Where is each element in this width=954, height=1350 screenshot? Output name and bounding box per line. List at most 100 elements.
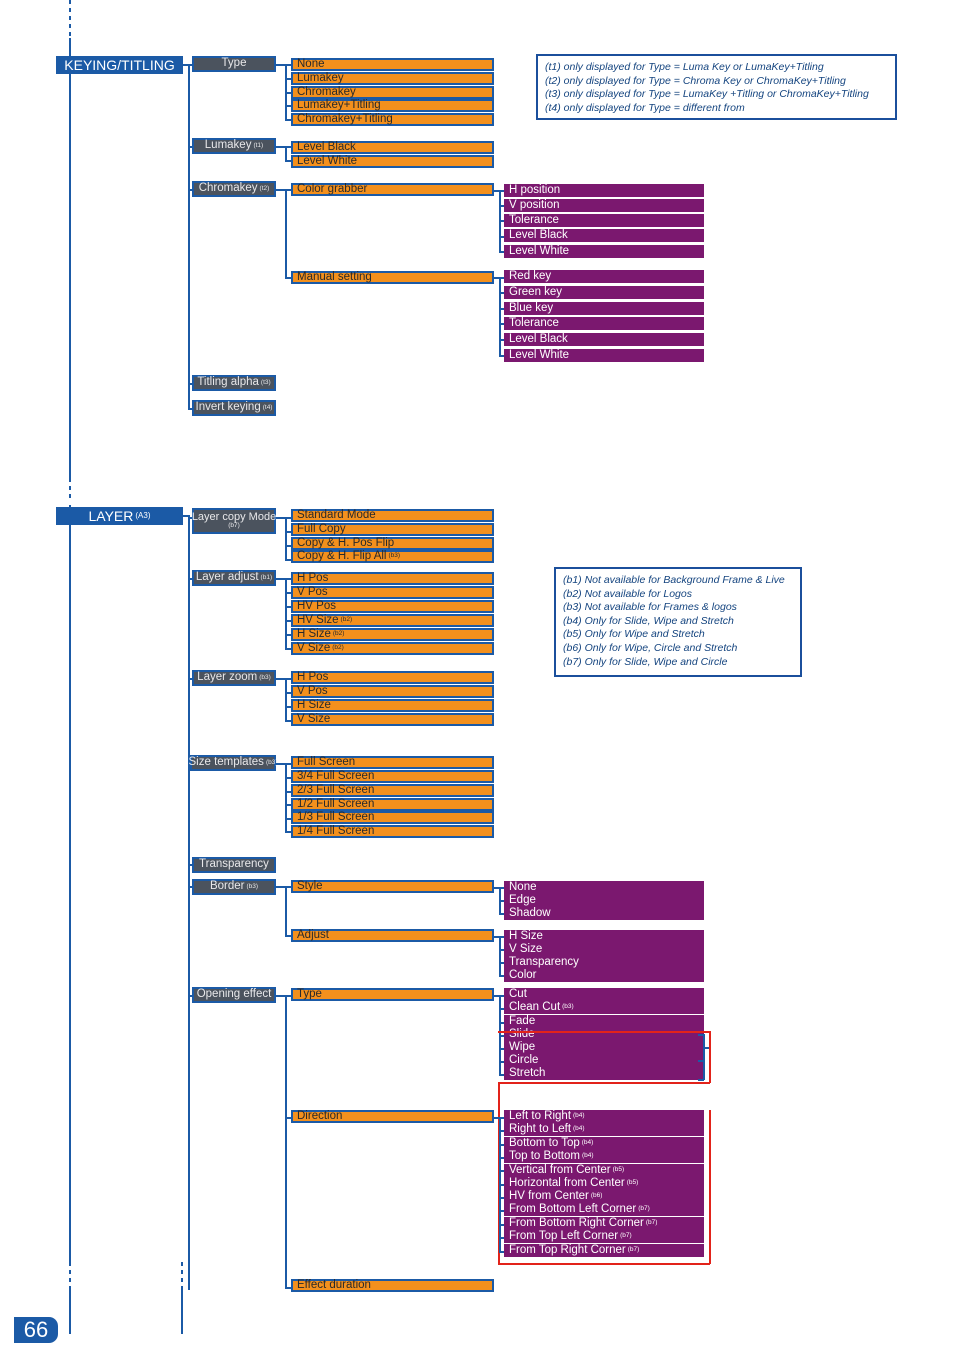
sub-label: Tolerance [509, 213, 559, 226]
item-color-grabber[interactable]: Color grabber [291, 183, 494, 196]
sub-level-white-manual[interactable]: Level White [504, 349, 704, 362]
item-la-v-size[interactable]: V Size (b2) [291, 642, 494, 655]
item-standard-mode[interactable]: Standard Mode [291, 509, 494, 522]
group-layer-zoom[interactable]: Layer zoom (b3) [192, 670, 276, 686]
note-line: (b2) Not available for Logos [563, 587, 692, 600]
group-opening-effect[interactable]: Opening effect [192, 987, 276, 1003]
sub-adjust-color[interactable]: Color [504, 969, 704, 982]
group-layer-adjust[interactable]: Layer adjust (b1) [192, 570, 276, 586]
group-invert-keying[interactable]: Invert keying (t4) [192, 400, 276, 416]
sub-border-none[interactable]: None [504, 881, 704, 894]
item-manual-setting[interactable]: Manual setting [291, 271, 494, 284]
group-chromakey[interactable]: Chromakey (t2) [192, 181, 276, 197]
group-type[interactable]: Type [192, 56, 276, 72]
note-line: (t1) only displayed for Type = Luma Key … [545, 61, 824, 73]
sub-adjust-transparency[interactable]: Transparency [504, 956, 704, 969]
item-la-hv-size[interactable]: HV Size (b2) [291, 614, 494, 627]
sub-type-clean-cut[interactable]: Clean Cut (b3) [504, 1001, 704, 1014]
sub-level-black[interactable]: Level Black [504, 229, 704, 242]
group-lumakey[interactable]: Lumakey (t1) [192, 138, 276, 154]
sub-type-wipe[interactable]: Wipe [504, 1041, 704, 1054]
sub-dir-hv-from-center[interactable]: HV from Center (b6) [504, 1190, 704, 1203]
root-keying-titling[interactable]: KEYING/TITLING [56, 56, 183, 74]
group-titling-alpha[interactable]: Titling alpha (t3) [192, 375, 276, 391]
sub-tolerance-manual[interactable]: Tolerance [504, 317, 704, 330]
sub-tolerance[interactable]: Tolerance [504, 214, 704, 227]
group-border[interactable]: Border (b3) [192, 879, 276, 895]
sub-type-cut[interactable]: Cut [504, 988, 704, 1001]
item-13-full-screen[interactable]: 1/3 Full Screen [291, 811, 494, 824]
sub-green-key[interactable]: Green key [504, 286, 704, 299]
sub-border-shadow[interactable]: Shadow [504, 907, 704, 920]
item-border-style[interactable]: Style [291, 880, 494, 893]
item-la-hv-pos[interactable]: HV Pos [291, 600, 494, 613]
item-lumakey-level-white[interactable]: Level White [291, 155, 494, 168]
item-23-full-screen[interactable]: 2/3 Full Screen [291, 784, 494, 797]
sub-dir-horizontal-from-center[interactable]: Horizontal from Center (b5) [504, 1177, 704, 1190]
group-size-templates[interactable]: Size templates (b3) [189, 755, 278, 771]
sub-dir-from-top-left[interactable]: From Top Left Corner (b7) [504, 1230, 704, 1243]
sub-note: (b7) [627, 1246, 640, 1254]
sub-adjust-v-size[interactable]: V Size [504, 943, 704, 956]
group-layer-copy-mode[interactable]: Layer copy Mode (b7) [192, 508, 276, 534]
item-lumakey-level-black[interactable]: Level Black [291, 141, 494, 154]
item-lz-v-pos[interactable]: V Pos [291, 685, 494, 698]
item-border-adjust[interactable]: Adjust [291, 929, 494, 942]
sub-dir-right-to-left[interactable]: Right to Left (b4) [504, 1123, 704, 1136]
sub-dir-top-to-bottom[interactable]: Top to Bottom (b4) [504, 1150, 704, 1163]
item-34-full-screen[interactable]: 3/4 Full Screen [291, 770, 494, 783]
item-type-lumakey-titling[interactable]: Lumakey+Titling [291, 99, 494, 112]
sub-dir-bottom-to-top[interactable]: Bottom to Top (b4) [504, 1137, 704, 1150]
item-label: V Pos [297, 684, 328, 697]
sub-label: Stretch [509, 1066, 546, 1079]
sub-dir-from-bottom-left[interactable]: From Bottom Left Corner (b7) [504, 1203, 704, 1216]
red-link-right-lower [709, 1110, 711, 1264]
group-note: (t4) [262, 403, 273, 411]
item-type-chromakey[interactable]: Chromakey [291, 86, 494, 99]
item-14-full-screen[interactable]: 1/4 Full Screen [291, 825, 494, 838]
sub-blue-key[interactable]: Blue key [504, 302, 704, 315]
item-opening-direction[interactable]: Direction [291, 1110, 494, 1123]
sub-dir-from-bottom-right[interactable]: From Bottom Right Corner (b7) [504, 1217, 704, 1230]
item-la-v-pos[interactable]: V Pos [291, 586, 494, 599]
item-la-h-pos[interactable]: H Pos [291, 572, 494, 585]
sub-type-stretch[interactable]: Stretch [504, 1067, 704, 1080]
sub-type-circle[interactable]: Circle [504, 1054, 704, 1067]
item-lz-h-size[interactable]: H Size [291, 699, 494, 712]
item-lz-v-size[interactable]: V Size [291, 713, 494, 726]
item-type-lumakey[interactable]: Lumakey [291, 72, 494, 85]
sub-level-white[interactable]: Level White [504, 245, 704, 258]
group-label: Border [209, 880, 245, 893]
item-type-chromakey-titling[interactable]: Chromakey+Titling [291, 113, 494, 126]
item-full-copy[interactable]: Full Copy [291, 523, 494, 536]
sub-level-black-manual[interactable]: Level Black [504, 333, 704, 346]
sub-dir-vertical-from-center[interactable]: Vertical from Center (b5) [504, 1164, 704, 1177]
item-la-h-size[interactable]: H Size (b2) [291, 628, 494, 641]
sub-type-fade[interactable]: Fade [504, 1015, 704, 1028]
item-label: Adjust [297, 928, 329, 941]
item-copy-h-flip-all[interactable]: Copy & H. Flip All (b3) [291, 550, 494, 563]
spine-keying [69, 38, 71, 478]
sub-adjust-h-size[interactable]: H Size [504, 930, 704, 943]
sub-type-slide[interactable]: Slide [504, 1028, 704, 1041]
root-layer[interactable]: LAYER (A3) [56, 507, 183, 525]
item-12-full-screen[interactable]: 1/2 Full Screen [291, 798, 494, 811]
item-copy-h-pos-flip[interactable]: Copy & H. Pos Flip [291, 537, 494, 550]
sub-dir-left-to-right[interactable]: Left to Right (b4) [504, 1110, 704, 1123]
item-lz-h-pos[interactable]: H Pos [291, 671, 494, 684]
sub-label: None [509, 880, 537, 893]
col2-bottom-tail [181, 1288, 183, 1334]
item-opening-type[interactable]: Type [291, 988, 494, 1001]
item-effect-duration[interactable]: Effect duration [291, 1279, 494, 1292]
sub-label: Level Black [509, 228, 568, 241]
sub-border-edge[interactable]: Edge [504, 894, 704, 907]
sub-h-position[interactable]: H position [504, 184, 704, 197]
item-type-none[interactable]: None [291, 58, 494, 71]
item-label: Effect duration [297, 1278, 371, 1291]
sub-note: (b6) [590, 1192, 603, 1200]
sub-dir-from-top-right[interactable]: From Top Right Corner (b7) [504, 1244, 704, 1257]
sub-v-position[interactable]: V position [504, 199, 704, 212]
sub-red-key[interactable]: Red key [504, 270, 704, 283]
group-transparency[interactable]: Transparency [192, 857, 276, 873]
item-full-screen[interactable]: Full Screen [291, 756, 494, 769]
